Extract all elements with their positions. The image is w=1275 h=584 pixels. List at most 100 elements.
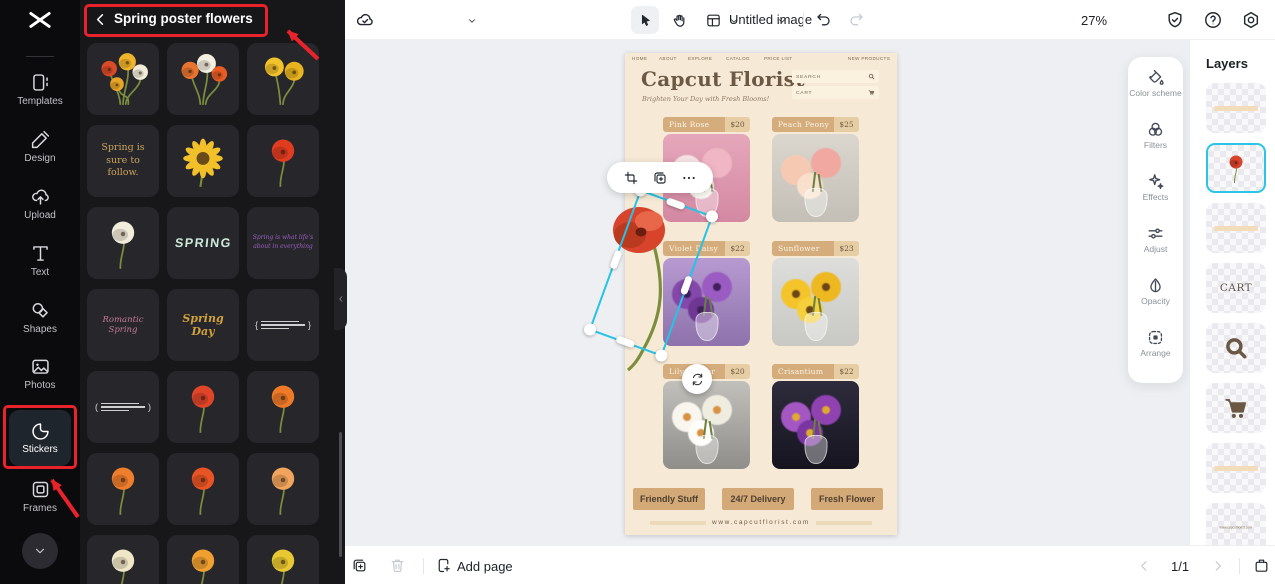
sticker-thumbnail[interactable]: SPRING [167, 207, 239, 279]
sidebar-item-text[interactable]: Text [0, 243, 80, 278]
sidebar-divider [26, 56, 54, 57]
sidebar-item-templates[interactable]: Templates [0, 72, 80, 107]
sticker-thumbnail[interactable] [247, 371, 319, 443]
color-scheme-icon [1146, 68, 1165, 87]
frames-icon [30, 479, 51, 500]
sidebar-item-shapes[interactable]: Shapes [0, 300, 80, 335]
website-text-layer[interactable]: www.capcutflorist.com [1206, 503, 1266, 545]
capcut-logo-icon[interactable] [27, 8, 53, 34]
zoom-chevron-down-icon[interactable] [777, 16, 787, 26]
sticker-thumbnail[interactable] [247, 453, 319, 525]
sticker-thumbnail[interactable] [247, 125, 319, 197]
sticker-thumbnail[interactable]: Spring Day [167, 289, 239, 361]
cloud-save-icon[interactable] [355, 10, 375, 30]
add-page-icon[interactable] [435, 557, 452, 574]
sidebar-item-design[interactable]: Design [0, 129, 80, 164]
select-tool-button[interactable] [631, 6, 659, 34]
poster-nav-item: PRICE LIST [764, 56, 793, 62]
sidebar-item-upload[interactable]: Upload [0, 186, 80, 221]
bottombar-divider [1239, 558, 1240, 574]
text-sticker-label: Spring is sure to follow. [101, 142, 145, 179]
shield-check-icon[interactable] [1165, 10, 1185, 30]
settings-icon[interactable] [1241, 10, 1261, 30]
poster-search-box: SEARCH [792, 70, 879, 83]
sticker-thumbnail[interactable] [167, 453, 239, 525]
bottombar-divider [423, 558, 424, 574]
sticker-thumbnail[interactable] [87, 453, 159, 525]
sidebar-more-button[interactable] [22, 533, 58, 569]
layout-chevron-down-icon[interactable] [729, 16, 739, 26]
panel-collapse-handle[interactable] [334, 268, 347, 330]
product-price: $23 [834, 241, 859, 256]
cart-icon-layer[interactable] [1206, 383, 1266, 433]
product-photo [772, 381, 859, 469]
tool-opacity[interactable]: Opacity [1128, 276, 1183, 328]
delete-page-button[interactable] [389, 557, 406, 574]
tool-adjust[interactable]: Adjust [1128, 224, 1183, 276]
redo-button[interactable] [847, 11, 865, 29]
next-page-button[interactable] [1211, 559, 1225, 573]
hand-tool-button[interactable] [665, 6, 693, 34]
crop-icon[interactable] [623, 170, 639, 186]
sticker-thumbnail[interactable] [87, 43, 159, 115]
layout-tool-button[interactable] [699, 6, 727, 34]
shapes-icon [30, 300, 51, 321]
rotate-handle[interactable] [682, 364, 712, 394]
product-label: Pink Rose $20 [663, 117, 750, 132]
sticker-thumbnail[interactable] [167, 535, 239, 584]
product-name: Sunflower [772, 241, 834, 256]
sticker-thumbnail[interactable] [167, 371, 239, 443]
tool-effects[interactable]: Effects [1128, 172, 1183, 224]
sidebar-item-photos[interactable]: Photos [0, 356, 80, 391]
poppy-sticker-layer[interactable] [1206, 143, 1266, 193]
panel-scrollbar[interactable] [339, 432, 342, 557]
poster-footer: www.capcutflorist.com [625, 519, 897, 526]
sticker-thumbnail[interactable]: Spring is what life's about in everythin… [247, 207, 319, 279]
prev-page-button[interactable] [1137, 559, 1151, 573]
add-page-button[interactable]: Add page [457, 559, 513, 574]
product-photo [663, 381, 750, 469]
sticker-thumbnail[interactable]: Romantic Spring [87, 289, 159, 361]
sticker-thumbnail[interactable] [87, 207, 159, 279]
cart-text-layer[interactable]: CART [1206, 263, 1266, 313]
sticker-thumbnail[interactable]: Spring is sure to follow. [87, 125, 159, 197]
sticker-thumbnail[interactable]: {} [247, 289, 319, 361]
duplicate-icon[interactable] [652, 170, 668, 186]
resize-handle-left[interactable] [609, 249, 623, 270]
product-price: $22 [725, 241, 750, 256]
sticker-thumbnail[interactable] [247, 43, 319, 115]
project-chevron-down-icon[interactable] [467, 16, 477, 26]
banner-strip-layer[interactable] [1206, 203, 1266, 253]
banner-strip-layer[interactable] [1206, 443, 1266, 493]
tool-color-scheme[interactable]: Color scheme [1128, 68, 1183, 120]
product-name: Pink Rose [663, 117, 725, 132]
sidebar-item-frames[interactable]: Frames [0, 479, 80, 514]
poster-title: Capcut Florist [641, 67, 805, 91]
undo-button[interactable] [815, 11, 833, 29]
banner-strip-layer[interactable] [1206, 83, 1266, 133]
fullscreen-button[interactable] [1253, 557, 1270, 574]
sticker-thumbnail[interactable] [87, 535, 159, 584]
tool-arrange[interactable]: Arrange [1128, 328, 1183, 380]
resize-handle-bottom-left[interactable] [582, 321, 598, 338]
sidebar-item-stickers[interactable]: Stickers [9, 410, 71, 466]
poster-nav-item: EXPLORE [688, 56, 713, 62]
zoom-level[interactable]: 27% [1081, 13, 1107, 28]
sidebar-item-label: Stickers [22, 444, 58, 455]
sticker-thumbnail[interactable]: () [87, 371, 159, 443]
fineprint-sticker: () [95, 402, 151, 412]
back-chevron-icon[interactable] [93, 12, 108, 27]
search-icon-layer[interactable] [1206, 323, 1266, 373]
design-canvas[interactable]: HOME ABOUT EXPLORE CATALOG PRICE LIST NEW PRO… [345, 40, 1190, 545]
tool-filters[interactable]: Filters [1128, 120, 1183, 172]
sticker-thumbnail[interactable] [247, 535, 319, 584]
more-icon[interactable] [681, 170, 697, 186]
sticker-thumbnail[interactable] [167, 43, 239, 115]
duplicate-page-button[interactable] [351, 557, 368, 574]
help-icon[interactable] [1203, 10, 1223, 30]
project-name[interactable]: Untitled image [729, 12, 812, 27]
layer-text: CART [1219, 282, 1253, 294]
sticker-thumbnail[interactable] [167, 125, 239, 197]
layer-text: www.capcutflorist.com [1219, 526, 1253, 530]
poster-badge: Friendly Stuff [633, 488, 705, 510]
